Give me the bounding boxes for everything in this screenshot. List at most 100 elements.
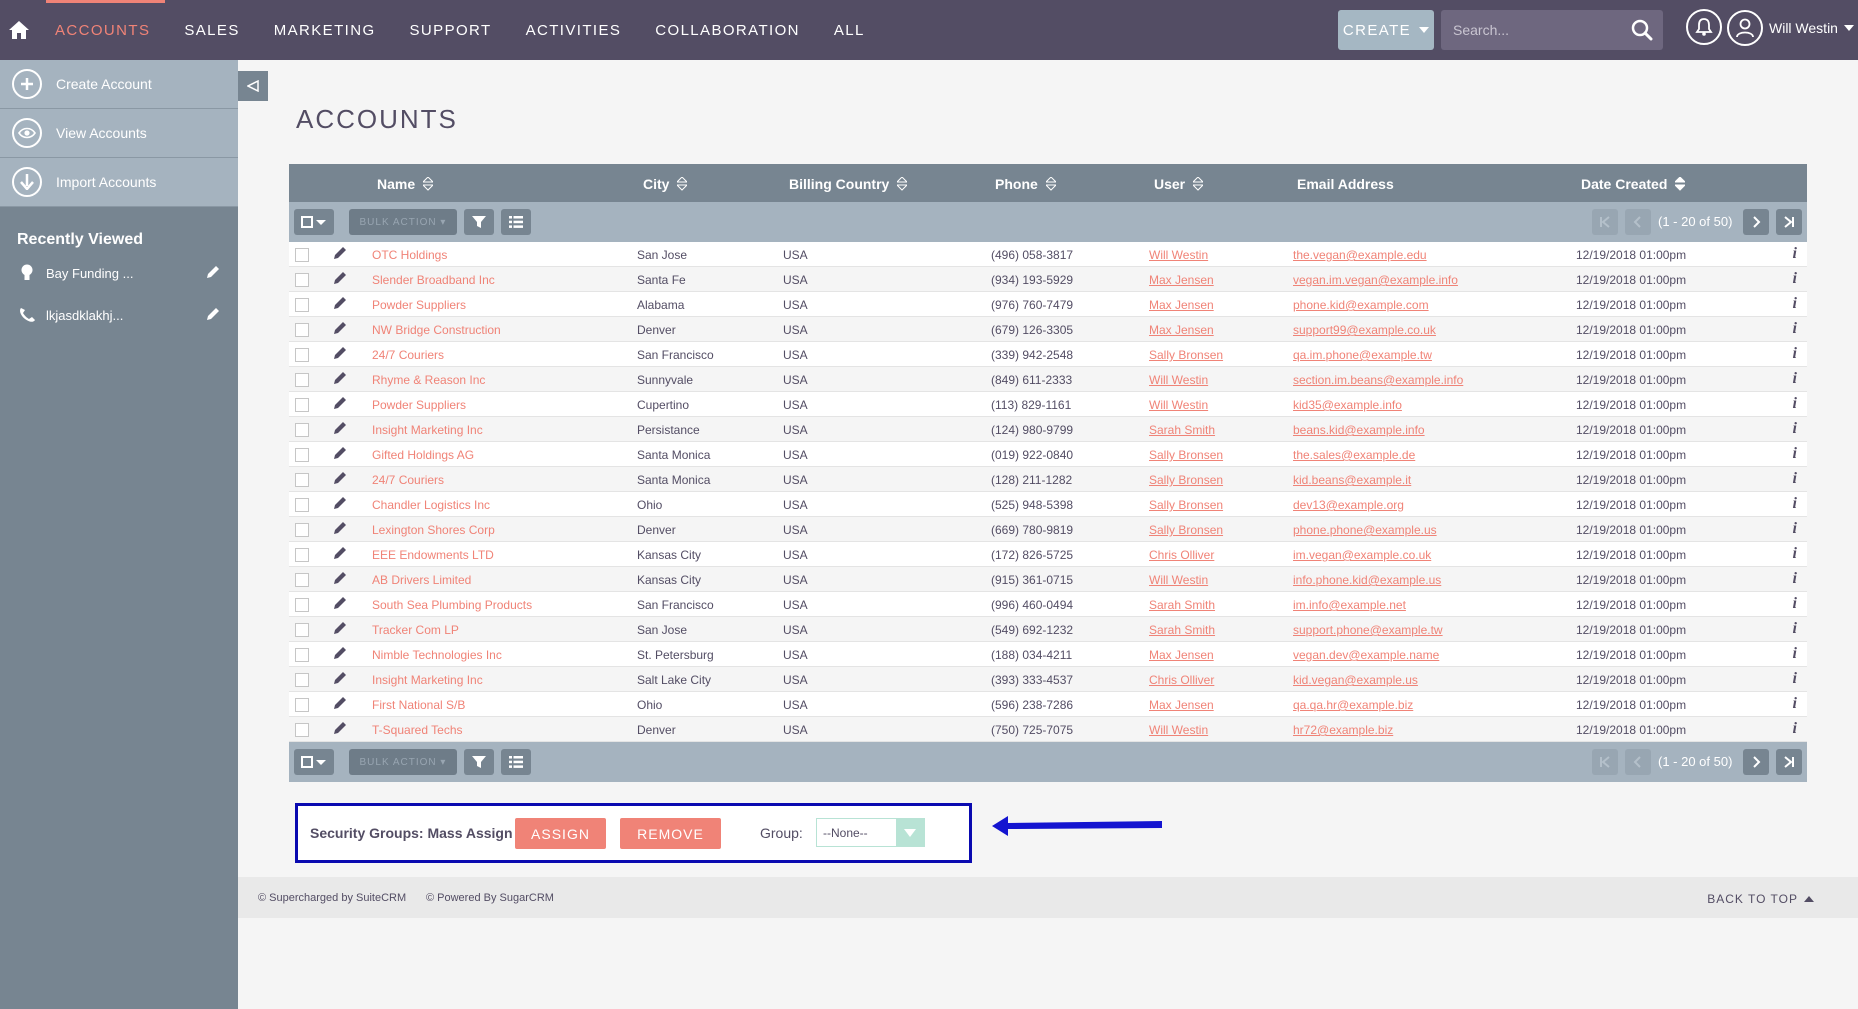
row-checkbox[interactable]: [295, 398, 309, 412]
pencil-icon[interactable]: [333, 696, 347, 710]
info-icon[interactable]: i: [1793, 445, 1797, 463]
row-checkbox[interactable]: [295, 298, 309, 312]
recent-item-call[interactable]: lkjasdklakhj...: [0, 297, 238, 333]
cell-user[interactable]: Sarah Smith: [1149, 423, 1215, 437]
info-icon[interactable]: i: [1793, 570, 1797, 588]
pencil-icon[interactable]: [333, 671, 347, 685]
cell-user[interactable]: Will Westin: [1149, 373, 1208, 387]
row-checkbox[interactable]: [295, 498, 309, 512]
cell-name[interactable]: Rhyme & Reason Inc: [372, 373, 485, 387]
cell-name[interactable]: Slender Broadband Inc: [372, 273, 495, 287]
cell-email[interactable]: kid.vegan@example.us: [1293, 673, 1418, 687]
pencil-icon[interactable]: [333, 496, 347, 510]
assign-button[interactable]: ASSIGN: [515, 818, 606, 849]
sidebar-create-account[interactable]: Create Account: [0, 60, 238, 109]
cell-name[interactable]: 24/7 Couriers: [372, 473, 444, 487]
cell-email[interactable]: phone.kid@example.com: [1293, 298, 1429, 312]
cell-email[interactable]: beans.kid@example.info: [1293, 423, 1425, 437]
sidebar-import-accounts[interactable]: Import Accounts: [0, 158, 238, 207]
nav-accounts[interactable]: ACCOUNTS: [38, 0, 167, 60]
cell-user[interactable]: Sally Bronsen: [1149, 448, 1223, 462]
row-checkbox[interactable]: [295, 273, 309, 287]
cell-user[interactable]: Will Westin: [1149, 723, 1208, 737]
cell-email[interactable]: im.vegan@example.co.uk: [1293, 548, 1431, 562]
info-icon[interactable]: i: [1793, 520, 1797, 538]
pencil-icon[interactable]: [333, 646, 347, 660]
cell-name[interactable]: T-Squared Techs: [372, 723, 463, 737]
cell-user[interactable]: Max Jensen: [1149, 323, 1214, 337]
info-icon[interactable]: i: [1793, 595, 1797, 613]
row-checkbox[interactable]: [295, 348, 309, 362]
info-icon[interactable]: i: [1793, 420, 1797, 438]
pencil-icon[interactable]: [206, 265, 220, 279]
next-page-button[interactable]: [1743, 209, 1769, 235]
pencil-icon[interactable]: [333, 546, 347, 560]
cell-email[interactable]: vegan.dev@example.name: [1293, 648, 1439, 662]
row-checkbox[interactable]: [295, 423, 309, 437]
nav-sales[interactable]: SALES: [167, 0, 256, 60]
cell-user[interactable]: Max Jensen: [1149, 273, 1214, 287]
cell-name[interactable]: Insight Marketing Inc: [372, 673, 483, 687]
powered-link[interactable]: © Powered By SugarCRM: [426, 892, 554, 904]
column-header-billing-country[interactable]: Billing Country: [789, 176, 908, 192]
row-checkbox[interactable]: [295, 523, 309, 537]
cell-user[interactable]: Sarah Smith: [1149, 598, 1215, 612]
prev-page-button[interactable]: [1625, 749, 1651, 775]
info-icon[interactable]: i: [1793, 670, 1797, 688]
first-page-button[interactable]: [1592, 209, 1618, 235]
create-button[interactable]: CREATE: [1338, 10, 1434, 50]
cell-user[interactable]: Max Jensen: [1149, 298, 1214, 312]
cell-user[interactable]: Sally Bronsen: [1149, 498, 1223, 512]
pencil-icon[interactable]: [333, 471, 347, 485]
search-icon[interactable]: [1631, 19, 1653, 41]
pencil-icon[interactable]: [206, 307, 220, 321]
select-all-dropdown[interactable]: [294, 749, 334, 775]
last-page-button[interactable]: [1776, 209, 1802, 235]
row-checkbox[interactable]: [295, 473, 309, 487]
row-checkbox[interactable]: [295, 323, 309, 337]
column-header-city[interactable]: City: [643, 176, 688, 192]
first-page-button[interactable]: [1592, 749, 1618, 775]
cell-email[interactable]: phone.phone@example.us: [1293, 523, 1437, 537]
row-checkbox[interactable]: [295, 573, 309, 587]
cell-name[interactable]: Powder Suppliers: [372, 298, 466, 312]
row-checkbox[interactable]: [295, 548, 309, 562]
pencil-icon[interactable]: [333, 296, 347, 310]
row-checkbox[interactable]: [295, 723, 309, 737]
group-select[interactable]: --None--: [816, 818, 925, 847]
recent-item-bay-funding[interactable]: Bay Funding ...: [0, 255, 238, 291]
cell-name[interactable]: Tracker Com LP: [372, 623, 459, 637]
cell-email[interactable]: im.info@example.net: [1293, 598, 1406, 612]
cell-email[interactable]: qa.qa.hr@example.biz: [1293, 698, 1413, 712]
pencil-icon[interactable]: [333, 721, 347, 735]
cell-user[interactable]: Max Jensen: [1149, 698, 1214, 712]
pencil-icon[interactable]: [333, 521, 347, 535]
pencil-icon[interactable]: [333, 446, 347, 460]
filter-button[interactable]: [464, 749, 494, 775]
pencil-icon[interactable]: [333, 271, 347, 285]
nav-support[interactable]: SUPPORT: [393, 0, 509, 60]
cell-email[interactable]: the.vegan@example.edu: [1293, 248, 1427, 262]
search-input[interactable]: [1453, 22, 1623, 38]
user-menu[interactable]: Will Westin: [1727, 8, 1854, 48]
sidebar-collapse-button[interactable]: [238, 71, 268, 101]
nav-collaboration[interactable]: COLLABORATION: [638, 0, 817, 60]
notifications-bell-icon[interactable]: [1686, 9, 1722, 45]
cell-email[interactable]: vegan.im.vegan@example.info: [1293, 273, 1458, 287]
select-all-dropdown[interactable]: [294, 209, 334, 235]
info-icon[interactable]: i: [1793, 345, 1797, 363]
column-header-name[interactable]: Name: [377, 176, 434, 192]
cell-user[interactable]: Will Westin: [1149, 398, 1208, 412]
cell-user[interactable]: Will Westin: [1149, 573, 1208, 587]
info-icon[interactable]: i: [1793, 245, 1797, 263]
info-icon[interactable]: i: [1793, 495, 1797, 513]
pencil-icon[interactable]: [333, 421, 347, 435]
pencil-icon[interactable]: [333, 371, 347, 385]
nav-activities[interactable]: ACTIVITIES: [509, 0, 639, 60]
cell-user[interactable]: Sally Bronsen: [1149, 348, 1223, 362]
cell-email[interactable]: section.im.beans@example.info: [1293, 373, 1463, 387]
nav-all[interactable]: ALL: [817, 0, 882, 60]
bulk-action-button[interactable]: BULK ACTION ▾: [349, 749, 457, 775]
cell-email[interactable]: the.sales@example.de: [1293, 448, 1415, 462]
column-header-phone[interactable]: Phone: [995, 176, 1056, 192]
